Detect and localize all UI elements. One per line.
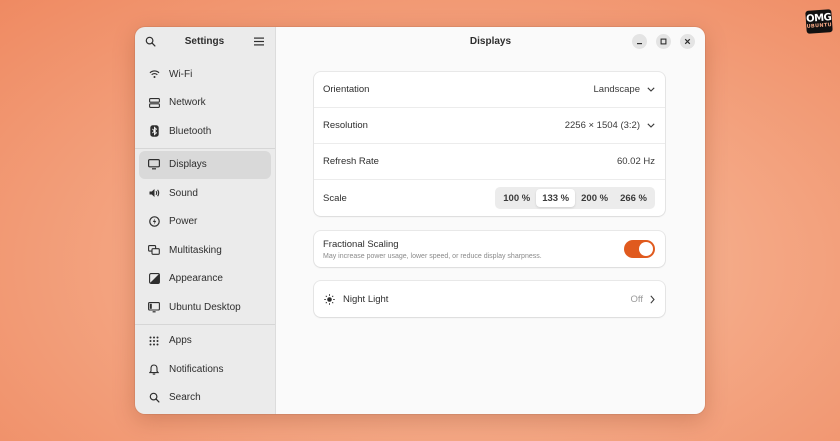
sidebar-item-network[interactable]: Network bbox=[139, 89, 271, 118]
sidebar-item-label: Bluetooth bbox=[169, 125, 212, 137]
sidebar-header: Settings bbox=[135, 27, 275, 56]
sidebar-separator bbox=[135, 147, 275, 149]
sidebar-item-power[interactable]: Power bbox=[139, 208, 271, 237]
hamburger-menu-icon[interactable] bbox=[253, 36, 265, 48]
scale-option-200[interactable]: 200 % bbox=[575, 189, 614, 207]
scale-option-266[interactable]: 266 % bbox=[614, 189, 653, 207]
ubuntu-desktop-icon bbox=[148, 301, 160, 313]
appearance-icon bbox=[148, 273, 160, 285]
scale-selector: 100 % 133 % 200 % 266 % bbox=[495, 187, 655, 209]
sidebar-item-label: Network bbox=[169, 97, 206, 109]
search-icon[interactable] bbox=[144, 36, 156, 48]
power-icon bbox=[148, 216, 160, 228]
night-light-status: Off bbox=[630, 293, 644, 305]
close-icon bbox=[684, 38, 691, 45]
chevron-down-icon bbox=[647, 123, 655, 128]
sidebar-item-label: Search bbox=[169, 392, 201, 404]
close-button[interactable] bbox=[680, 34, 695, 49]
scale-option-100[interactable]: 100 % bbox=[497, 189, 536, 207]
maximize-button[interactable] bbox=[656, 34, 671, 49]
sidebar-title: Settings bbox=[184, 36, 225, 47]
sidebar-item-search[interactable]: Search bbox=[139, 384, 271, 413]
chevron-down-icon bbox=[647, 87, 655, 92]
search-icon bbox=[148, 392, 160, 404]
night-light-label: Night Light bbox=[343, 293, 389, 305]
sidebar-item-label: Wi-Fi bbox=[169, 68, 193, 80]
refresh-rate-value: 60.02 Hz bbox=[616, 156, 655, 167]
sidebar-item-ubuntu-desktop[interactable]: Ubuntu Desktop bbox=[139, 293, 271, 322]
sidebar-nav: Wi-Fi Network Bluetooth Displays Sound P… bbox=[135, 56, 275, 412]
sidebar-item-bluetooth[interactable]: Bluetooth bbox=[139, 117, 271, 146]
network-icon bbox=[148, 97, 160, 109]
sidebar-item-label: Power bbox=[169, 216, 198, 228]
fractional-scaling-toggle[interactable] bbox=[624, 240, 655, 258]
sidebar: Settings Wi-Fi Network Bluetooth Display… bbox=[135, 27, 276, 414]
scale-row: Scale 100 % 133 % 200 % 266 % bbox=[314, 180, 665, 216]
apps-icon bbox=[148, 335, 160, 347]
refresh-rate-row: Refresh Rate 60.02 Hz bbox=[314, 144, 665, 180]
sound-icon bbox=[148, 187, 160, 199]
resolution-label: Resolution bbox=[323, 120, 368, 131]
minimize-button[interactable] bbox=[632, 34, 647, 49]
fractional-scaling-subtitle: May increase power usage, lower speed, o… bbox=[323, 252, 542, 260]
omg-ubuntu-logo: OMG UBUNTU bbox=[805, 9, 833, 34]
sidebar-item-label: Notifications bbox=[169, 363, 224, 375]
resolution-value: 2256 × 1504 (3:2) bbox=[564, 120, 640, 131]
sidebar-item-label: Appearance bbox=[169, 273, 223, 285]
display-icon bbox=[148, 159, 160, 171]
main-content: Displays Orientation Landscape Resolutio… bbox=[276, 27, 705, 414]
sidebar-item-multitasking[interactable]: Multitasking bbox=[139, 236, 271, 265]
sidebar-item-label: Apps bbox=[169, 335, 192, 347]
sidebar-item-label: Multitasking bbox=[169, 244, 222, 256]
sidebar-item-sound[interactable]: Sound bbox=[139, 179, 271, 208]
orientation-row[interactable]: Orientation Landscape bbox=[314, 72, 665, 108]
sidebar-item-appearance[interactable]: Appearance bbox=[139, 265, 271, 294]
settings-window: Settings Wi-Fi Network Bluetooth Display… bbox=[135, 27, 705, 414]
fractional-scaling-title: Fractional Scaling bbox=[323, 238, 399, 250]
orientation-value: Landscape bbox=[593, 84, 640, 95]
bell-icon bbox=[148, 363, 160, 375]
scale-label: Scale bbox=[323, 192, 347, 204]
bluetooth-icon bbox=[148, 125, 160, 137]
toggle-knob bbox=[639, 242, 653, 256]
display-settings-card: Orientation Landscape Resolution 2256 × … bbox=[314, 72, 665, 216]
sidebar-item-label: Ubuntu Desktop bbox=[169, 301, 241, 313]
resolution-row[interactable]: Resolution 2256 × 1504 (3:2) bbox=[314, 108, 665, 144]
minimize-icon bbox=[637, 43, 642, 45]
fractional-scaling-card: Fractional Scaling May increase power us… bbox=[314, 231, 665, 267]
sidebar-item-label: Sound bbox=[169, 187, 198, 199]
sidebar-item-displays[interactable]: Displays bbox=[139, 150, 271, 179]
night-light-row[interactable]: Night Light Off bbox=[314, 281, 665, 317]
maximize-icon bbox=[660, 38, 667, 45]
sidebar-separator bbox=[135, 323, 275, 325]
sidebar-item-notifications[interactable]: Notifications bbox=[139, 355, 271, 384]
night-light-card: Night Light Off bbox=[314, 281, 665, 317]
refresh-rate-label: Refresh Rate bbox=[323, 156, 379, 167]
sidebar-item-label: Displays bbox=[169, 159, 207, 171]
sidebar-item-wifi[interactable]: Wi-Fi bbox=[139, 60, 271, 89]
fractional-scaling-row: Fractional Scaling May increase power us… bbox=[314, 231, 665, 267]
multitasking-icon bbox=[148, 244, 160, 256]
sidebar-item-apps[interactable]: Apps bbox=[139, 327, 271, 356]
night-light-icon bbox=[323, 293, 335, 305]
wifi-icon bbox=[148, 68, 160, 80]
chevron-right-icon bbox=[650, 294, 655, 304]
orientation-label: Orientation bbox=[323, 84, 370, 95]
scale-option-133[interactable]: 133 % bbox=[536, 189, 576, 207]
